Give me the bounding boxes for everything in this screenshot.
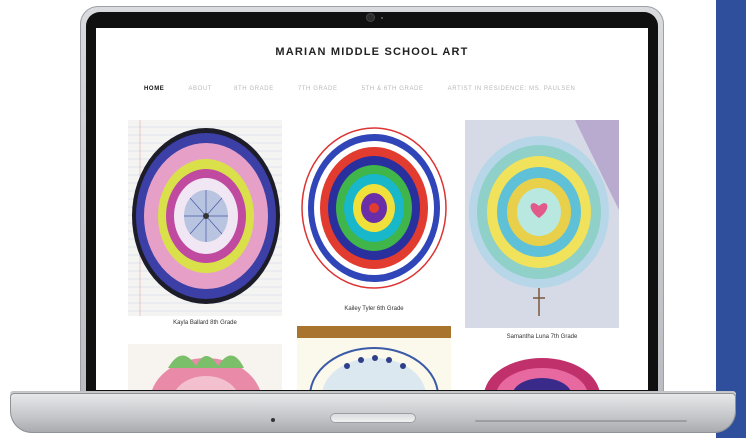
caption-kailey-tyler: Kailey Tyler 6th Grade: [344, 306, 404, 312]
artwork-samantha-luna[interactable]: [465, 120, 619, 328]
artwork-kailey-tyler[interactable]: [297, 120, 451, 298]
nav-artist-in-residence[interactable]: ARTIST IN RESIDENCE: MS. PAULSEN: [448, 86, 576, 98]
nav-8th-grade[interactable]: 8TH GRADE: [234, 86, 274, 98]
mandala-drawing-1: [128, 120, 282, 316]
mandala-drawing-5: [297, 326, 451, 390]
nav-5th-6th-grade[interactable]: 5TH & 6TH GRADE: [362, 86, 424, 98]
artwork-row2-3[interactable]: [465, 350, 619, 390]
speaker-slot: [475, 420, 687, 422]
mandala-drawing-2: [301, 127, 447, 289]
blue-side-panel: [716, 0, 746, 438]
caption-samantha-luna: Samantha Luna 7th Grade: [506, 334, 578, 340]
nav-about[interactable]: ABOUT: [188, 86, 212, 98]
site-title[interactable]: MARIAN MIDDLE SCHOOL ART: [96, 46, 648, 58]
caption-kayla-ballard: Kayla Ballard 8th Grade: [173, 320, 237, 326]
artwork-row2-2[interactable]: [297, 326, 451, 390]
mandala-drawing-6: [484, 358, 600, 390]
lid-latch: [330, 413, 416, 423]
main-nav: HOME ABOUT 8TH GRADE 7TH GRADE 5TH & 6TH…: [144, 86, 576, 98]
laptop-screen: MARIAN MIDDLE SCHOOL ART HOME ABOUT 8TH …: [96, 28, 648, 390]
webcam-light-icon: [381, 17, 383, 19]
nav-home[interactable]: HOME: [144, 86, 164, 98]
artwork-row2-1[interactable]: [128, 344, 282, 390]
nav-7th-grade[interactable]: 7TH GRADE: [298, 86, 338, 98]
mandala-drawing-4: [152, 355, 260, 390]
mandala-drawing-3: [465, 120, 619, 328]
artwork-kayla-ballard[interactable]: [128, 120, 282, 316]
webcam-icon: [367, 14, 374, 21]
power-indicator-icon: [271, 418, 275, 422]
